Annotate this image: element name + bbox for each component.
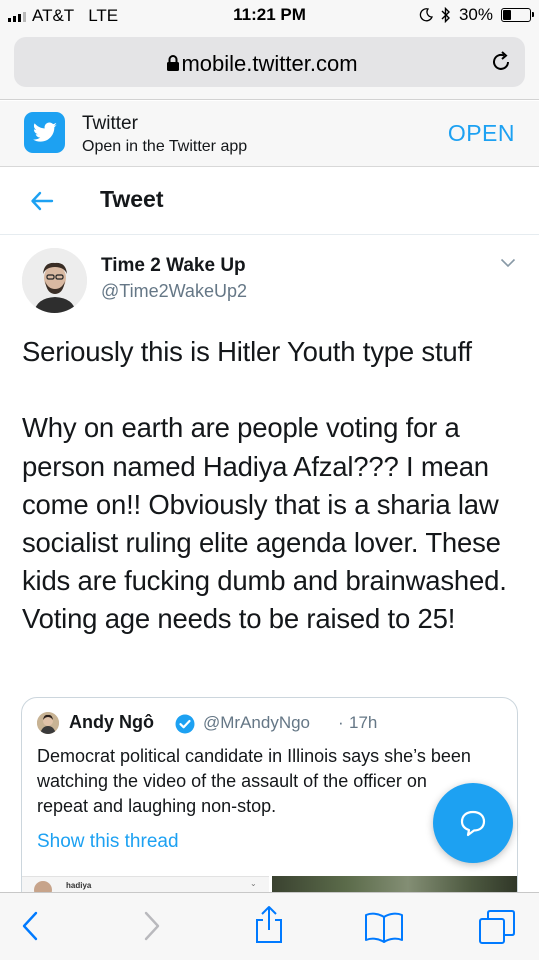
avatar[interactable] [22, 248, 87, 313]
chevron-down-icon[interactable] [500, 258, 516, 268]
url-field[interactable]: mobile.twitter.com [14, 37, 525, 87]
app-banner: Twitter Open in the Twitter app OPEN [0, 101, 539, 167]
back-icon[interactable] [20, 909, 40, 943]
quoted-separator: · [338, 713, 344, 732]
status-right: 30% [419, 5, 534, 25]
banner-subtitle: Open in the Twitter app [82, 138, 248, 155]
page-title: Tweet [100, 186, 164, 212]
quoted-tweet-text: Democrat political candidate in Illinois… [37, 746, 471, 816]
bookmarks-icon[interactable] [364, 911, 404, 943]
status-bar: AT&T LTE 11:21 PM 30% [0, 0, 539, 30]
open-app-button[interactable]: OPEN [448, 120, 515, 147]
browser-url-area: mobile.twitter.com [0, 30, 539, 100]
forward-icon[interactable] [142, 909, 162, 943]
reload-icon[interactable] [489, 50, 513, 74]
author-handle[interactable]: @Time2WakeUp2 [101, 281, 247, 302]
quoted-avatar [37, 712, 59, 734]
page-header: Tweet [0, 168, 539, 235]
quoted-author-name: Andy Ngô [69, 712, 154, 732]
quoted-timestamp: 17h [349, 713, 378, 732]
compose-button[interactable] [433, 783, 513, 863]
media-label: hadiya [66, 881, 92, 890]
browser-toolbar [0, 892, 539, 960]
back-arrow-icon[interactable] [30, 190, 54, 212]
show-thread-link[interactable]: Show this thread [37, 831, 179, 853]
speech-bubble-icon [460, 810, 486, 837]
tabs-icon[interactable] [478, 909, 516, 945]
url-text: mobile.twitter.com [181, 51, 358, 76]
author-name[interactable]: Time 2 Wake Up [101, 255, 246, 277]
share-icon[interactable] [252, 905, 286, 945]
battery-icon [501, 8, 534, 22]
twitter-bird-icon [24, 112, 65, 153]
moon-icon [419, 8, 433, 22]
bluetooth-icon [441, 7, 450, 23]
media-chevron-icon: ⌄ [250, 879, 257, 888]
battery-percent: 30% [458, 5, 493, 24]
banner-title: Twitter [82, 113, 138, 134]
quoted-author-handle: @MrAndyNgo [203, 713, 311, 732]
tweet-text: Seriously this is Hitler Youth type stuf… [22, 336, 507, 635]
verified-badge-icon [175, 714, 195, 734]
